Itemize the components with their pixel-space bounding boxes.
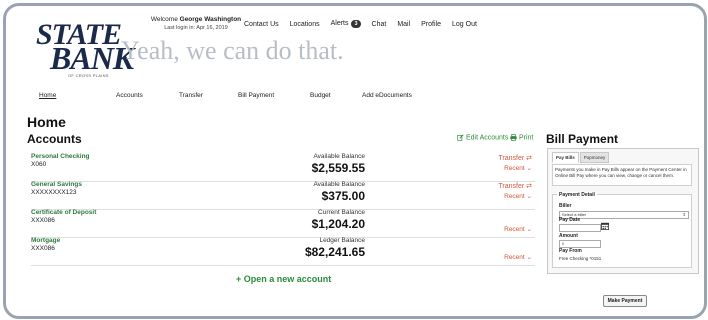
account-name[interactable]: General Savings: [31, 181, 82, 188]
logout-link[interactable]: Log Out: [452, 21, 477, 28]
recent-label: Recent: [504, 165, 525, 172]
balance-label: Available Balance: [313, 181, 365, 188]
make-payment-button[interactable]: Make Payment: [603, 295, 647, 307]
recent-label: Recent: [504, 254, 525, 261]
calendar-icon[interactable]: [601, 222, 609, 230]
payment-detail-title: Payment Detail: [557, 192, 597, 198]
select-caret-icon: ⇕: [682, 212, 686, 217]
account-name[interactable]: Certificate of Deposit: [31, 209, 96, 216]
chevron-down-icon: ⌄: [526, 226, 532, 233]
pay-date-label: Pay Date: [559, 217, 581, 223]
transfer-icon: ⇄: [526, 183, 532, 190]
alerts-link[interactable]: Alerts 3: [331, 20, 361, 28]
chevron-down-icon: ⌄: [526, 165, 532, 172]
alerts-label: Alerts: [330, 20, 349, 27]
page-title: Home: [27, 114, 66, 130]
transfer-icon: ⇄: [526, 155, 532, 162]
bank-logo[interactable]: STATE BANK OF CROSS PLAINS: [36, 20, 134, 79]
recent-label: Recent: [504, 226, 525, 233]
welcome-block: Welcome George Washington Last login in:…: [136, 16, 256, 32]
account-number: XXX086: [31, 245, 55, 252]
edit-icon: [457, 134, 464, 141]
profile-link[interactable]: Profile: [421, 21, 441, 28]
biller-label: Biller: [559, 203, 572, 209]
transfer-link[interactable]: Transfer ⇄: [498, 182, 532, 190]
account-row: General Savings XXXXXXXX123 Available Ba…: [31, 181, 535, 210]
bill-payment-tabs: Pay Bills Popmoney: [552, 152, 610, 163]
account-number: X060: [31, 161, 47, 168]
nav-bill-payment[interactable]: Bill Payment: [238, 92, 274, 99]
chevron-down-icon: ⌄: [526, 193, 532, 200]
amount-label: Amount: [559, 233, 578, 239]
balance-label: Available Balance: [313, 153, 365, 160]
account-name[interactable]: Personal Checking: [31, 153, 90, 160]
chevron-down-icon: ⌄: [526, 254, 532, 261]
recent-link[interactable]: Recent ⌄: [504, 253, 532, 261]
transfer-label: Transfer: [498, 183, 525, 190]
account-number: XXXXXXXX123: [31, 189, 77, 196]
nav-home[interactable]: Home: [39, 92, 56, 99]
print-link[interactable]: Print: [510, 134, 533, 141]
bill-payment-heading: Bill Payment: [546, 132, 619, 146]
contact-link[interactable]: Contact Us: [244, 21, 279, 28]
nav-budget[interactable]: Budget: [310, 92, 331, 99]
welcome-prefix: Welcome: [150, 16, 178, 23]
mail-link[interactable]: Mail: [397, 21, 410, 28]
transfer-label: Transfer: [498, 155, 525, 162]
print-label: Print: [518, 134, 534, 142]
open-account-link[interactable]: + Open a new account: [236, 274, 331, 284]
nav-accounts[interactable]: Accounts: [116, 92, 143, 99]
account-number: XXX086: [31, 217, 55, 224]
bill-payment-panel: Pay Bills Popmoney Payments you make in …: [547, 148, 699, 274]
main-nav: Home Accounts Transfer Bill Payment Budg…: [36, 92, 496, 104]
tab-pay-bills[interactable]: Pay Bills: [552, 152, 579, 163]
recent-link[interactable]: Recent ⌄: [504, 192, 532, 200]
logo-tagline: OF CROSS PLAINS: [68, 73, 109, 78]
last-login: Last login in: Apr 16, 2019: [164, 25, 228, 31]
recent-link[interactable]: Recent ⌄: [504, 164, 532, 172]
alerts-count-badge: 3: [351, 20, 361, 28]
accounts-heading: Accounts: [27, 132, 82, 146]
balance-label: Current Balance: [318, 209, 365, 216]
account-row: Personal Checking X060 Available Balance…: [31, 153, 535, 182]
balance-value: $1,204.20: [311, 217, 365, 231]
print-icon: [510, 134, 517, 141]
nav-edocuments[interactable]: Add eDocuments: [362, 92, 412, 99]
bill-pay-info: Payments you make in Pay Bills appear on…: [552, 164, 692, 186]
balance-value: $375.00: [321, 189, 365, 203]
chat-link[interactable]: Chat: [372, 21, 387, 28]
transfer-link[interactable]: Transfer ⇄: [498, 154, 532, 162]
account-name[interactable]: Mortgage: [31, 237, 60, 244]
account-row: Certificate of Deposit XXX086 Current Ba…: [31, 209, 535, 238]
user-name: George Washington: [179, 16, 242, 23]
payment-detail-box: Payment Detail Biller Select a biller ⇕ …: [552, 192, 692, 268]
app-frame: STATE BANK OF CROSS PLAINS Yeah, we can …: [3, 3, 707, 319]
account-row: Mortgage XXX086 Ledger Balance $82,241.6…: [31, 237, 535, 266]
nav-transfer[interactable]: Transfer: [179, 92, 203, 99]
edit-accounts-label: Edit Accounts: [465, 134, 509, 142]
balance-value: $82,241.65: [304, 245, 365, 259]
pay-from-label: Pay From: [559, 248, 582, 254]
recent-link[interactable]: Recent ⌄: [504, 225, 532, 233]
balance-value: $2,559.55: [311, 161, 365, 175]
pay-from-value[interactable]: Free Checking *0151: [559, 256, 601, 261]
tab-popmoney[interactable]: Popmoney: [579, 152, 610, 163]
locations-link[interactable]: Locations: [290, 21, 320, 28]
balance-label: Ledger Balance: [319, 237, 365, 244]
slogan: Yeah, we can do that.: [121, 36, 344, 65]
pay-date-input[interactable]: [559, 224, 601, 232]
amount-input[interactable]: 0: [559, 240, 601, 248]
top-nav: Contact Us Locations Alerts 3 Chat Mail …: [244, 20, 488, 28]
edit-accounts-link[interactable]: Edit Accounts: [457, 134, 508, 141]
recent-label: Recent: [504, 193, 525, 200]
